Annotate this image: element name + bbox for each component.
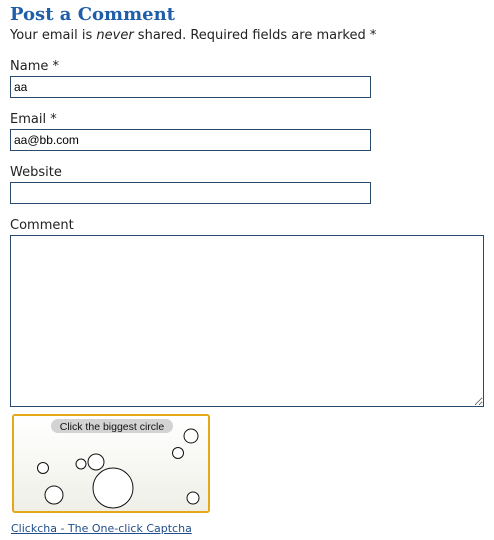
captcha-circle-biggest[interactable] xyxy=(92,467,134,509)
comment-textarea[interactable] xyxy=(10,235,484,407)
captcha-circle[interactable] xyxy=(75,458,87,470)
name-label: Name * xyxy=(10,59,59,74)
intro-text: Your email is never shared. Required fie… xyxy=(10,28,376,43)
clickcha-link[interactable]: Clickcha - The One-click Captcha xyxy=(11,522,192,535)
comment-label: Comment xyxy=(10,218,74,233)
website-input[interactable] xyxy=(10,182,371,204)
captcha-circle[interactable] xyxy=(87,453,105,471)
captcha-circle[interactable] xyxy=(44,485,64,505)
intro-after: shared. Required fields are marked * xyxy=(133,28,377,43)
captcha-box[interactable]: Click the biggest circle xyxy=(12,414,210,513)
email-label: Email * xyxy=(10,112,57,127)
page-title: Post a Comment xyxy=(10,4,175,25)
captcha-circle[interactable] xyxy=(172,447,184,459)
captcha-image[interactable]: Click the biggest circle xyxy=(14,416,208,511)
email-input[interactable] xyxy=(10,129,371,151)
website-label: Website xyxy=(10,165,62,180)
intro-emphasis: never xyxy=(96,28,134,43)
intro-before: Your email is xyxy=(10,28,97,43)
name-input[interactable] xyxy=(10,76,371,98)
captcha-instruction: Click the biggest circle xyxy=(60,421,165,433)
captcha-circle[interactable] xyxy=(183,428,199,444)
captcha-circle[interactable] xyxy=(186,491,200,505)
captcha-circle[interactable] xyxy=(37,462,49,474)
